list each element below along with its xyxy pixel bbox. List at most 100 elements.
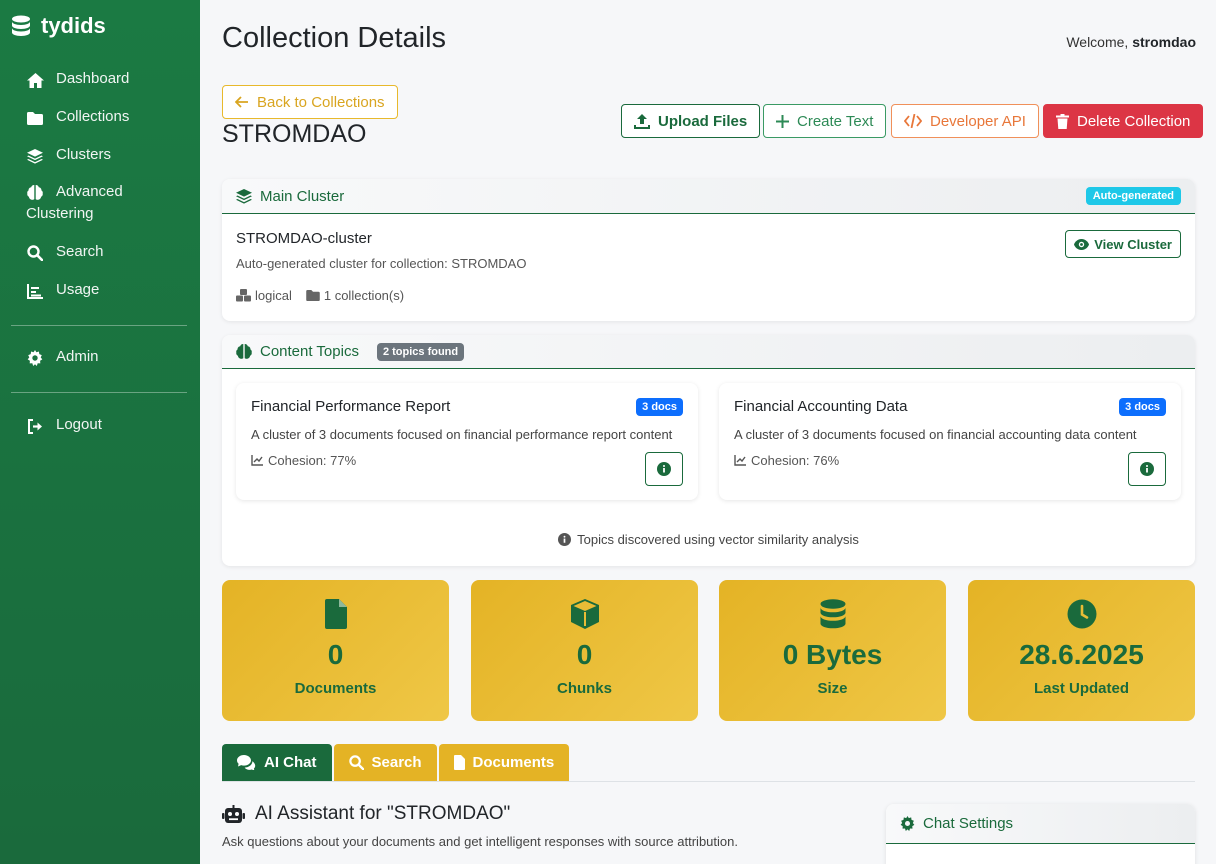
sidebar-item-label: Search bbox=[56, 243, 104, 260]
stat-label: Last Updated bbox=[1033, 680, 1129, 697]
topic-info-button[interactable] bbox=[1128, 452, 1166, 486]
stat-card-last-updated: 28.6.2025 Last Updated bbox=[968, 580, 1195, 721]
sidebar-item-admin[interactable]: Admin bbox=[26, 348, 99, 367]
stat-label: Chunks bbox=[556, 680, 612, 697]
sidebar-item-logout[interactable]: Logout bbox=[26, 416, 102, 435]
trash-icon bbox=[1056, 113, 1069, 129]
sidebar-item-label: Clusters bbox=[56, 146, 112, 163]
tab-documents[interactable]: Documents bbox=[438, 744, 570, 781]
stat-label: Documents bbox=[294, 680, 377, 697]
collection-tabs: AI Chat Search Documents bbox=[222, 744, 570, 781]
brain-icon bbox=[236, 344, 252, 359]
folder-icon bbox=[306, 290, 320, 301]
brand[interactable]: tydids bbox=[11, 13, 106, 39]
plus-icon bbox=[776, 114, 789, 128]
sidebar-item-dashboard[interactable]: Dashboard bbox=[26, 70, 129, 89]
cluster-description: Auto-generated cluster for collection: S… bbox=[236, 256, 527, 271]
comments-icon bbox=[237, 755, 256, 770]
gear-icon bbox=[900, 816, 915, 831]
sidebar-item-advanced-clustering[interactable]: Advanced Clustering bbox=[26, 181, 123, 225]
sidebar-item-label: Admin bbox=[56, 348, 99, 365]
sidebar-item-clusters[interactable]: Clusters bbox=[26, 146, 111, 165]
sidebar-item-label-line2: Clustering bbox=[26, 205, 94, 222]
brand-name: tydids bbox=[41, 13, 106, 38]
tab-ai-chat[interactable]: AI Chat bbox=[222, 744, 332, 781]
stat-value: 0 Bytes bbox=[782, 639, 883, 670]
collection-name: STROMDAO bbox=[222, 120, 367, 148]
cluster-collections: 1 collection(s) bbox=[306, 288, 404, 303]
info-icon bbox=[558, 533, 572, 546]
robot-icon bbox=[222, 804, 245, 823]
sidebar-item-label: Logout bbox=[56, 416, 102, 433]
brain-icon bbox=[26, 184, 44, 202]
cubes-icon bbox=[236, 289, 251, 302]
cluster-type: logical bbox=[236, 288, 292, 303]
tab-label: Documents bbox=[472, 754, 555, 771]
sidebar-divider bbox=[11, 392, 187, 393]
clock-icon bbox=[968, 599, 1195, 629]
topic-card: Financial Performance Report 3 docs A cl… bbox=[236, 383, 698, 500]
topic-card: Financial Accounting Data 3 docs A clust… bbox=[719, 383, 1181, 500]
sidebar: tydids Dashboard Collections Clusters Ad… bbox=[0, 0, 200, 864]
topic-cohesion: Cohesion: 76% bbox=[734, 453, 839, 468]
upload-files-button[interactable]: Upload Files bbox=[621, 104, 761, 138]
topic-cohesion: Cohesion: 77% bbox=[251, 453, 356, 468]
chat-settings-heading: Chat Settings bbox=[923, 815, 1014, 832]
topic-title: Financial Accounting Data bbox=[734, 398, 908, 415]
main-cluster-card: Main Cluster Auto-generated STROMDAO-clu… bbox=[222, 179, 1195, 321]
content-topics-card: Content Topics 2 topics found Financial … bbox=[222, 335, 1195, 566]
topic-cohesion-label: Cohesion: 76% bbox=[751, 453, 840, 468]
arrow-left-icon bbox=[235, 96, 248, 108]
upload-button-label: Upload Files bbox=[658, 112, 748, 130]
sidebar-divider bbox=[11, 325, 187, 326]
tab-search[interactable]: Search bbox=[333, 744, 437, 781]
back-button-label: Back to Collections bbox=[257, 93, 385, 111]
topic-docs-badge: 3 docs bbox=[1119, 398, 1166, 416]
create-text-button[interactable]: Create Text bbox=[763, 104, 887, 138]
back-to-collections-button[interactable]: Back to Collections bbox=[222, 85, 398, 119]
topic-cohesion-label: Cohesion: 77% bbox=[268, 453, 357, 468]
stat-card-documents: 0 Documents bbox=[222, 580, 449, 721]
chat-settings-header[interactable]: Chat Settings bbox=[886, 804, 1195, 844]
gear-icon bbox=[26, 349, 44, 367]
sidebar-item-label: Dashboard bbox=[56, 70, 130, 87]
main-cluster-header: Main Cluster Auto-generated bbox=[222, 179, 1195, 214]
code-icon bbox=[904, 114, 922, 128]
sidebar-item-label: Usage bbox=[56, 281, 100, 298]
ai-assistant-title: AI Assistant for "STROMDAO" bbox=[222, 803, 510, 825]
search-icon bbox=[348, 755, 364, 770]
ai-title-text: AI Assistant for "STROMDAO" bbox=[255, 803, 511, 824]
topics-found-badge: 2 topics found bbox=[376, 342, 465, 361]
cluster-collections-label: 1 collection(s) bbox=[323, 288, 405, 303]
search-icon bbox=[26, 244, 44, 262]
topics-note: Topics discovered using vector similarit… bbox=[222, 532, 1195, 547]
sidebar-item-search[interactable]: Search bbox=[26, 243, 104, 262]
stat-value: 0 bbox=[327, 639, 344, 670]
info-icon bbox=[1140, 462, 1154, 476]
welcome-prefix: Welcome, bbox=[1066, 34, 1129, 50]
database-icon bbox=[12, 15, 30, 36]
cluster-name: STROMDAO-cluster bbox=[236, 230, 372, 247]
view-cluster-label: View Cluster bbox=[1094, 236, 1172, 252]
file-icon bbox=[453, 755, 465, 770]
line-chart-icon bbox=[251, 455, 263, 466]
delete-button-label: Delete Collection bbox=[1077, 112, 1191, 130]
welcome-message: Welcome, stromdao bbox=[1066, 34, 1196, 50]
database-icon bbox=[719, 599, 946, 629]
developer-button-label: Developer API bbox=[930, 112, 1026, 130]
sidebar-item-collections[interactable]: Collections bbox=[26, 108, 129, 127]
upload-icon bbox=[634, 114, 650, 129]
chart-icon bbox=[26, 282, 44, 300]
eye-icon bbox=[1074, 238, 1090, 250]
view-cluster-button[interactable]: View Cluster bbox=[1065, 230, 1181, 258]
topic-title: Financial Performance Report bbox=[251, 398, 451, 415]
cube-icon bbox=[471, 599, 698, 629]
developer-api-button[interactable]: Developer API bbox=[891, 104, 1039, 138]
delete-collection-button[interactable]: Delete Collection bbox=[1043, 104, 1204, 138]
tab-label: AI Chat bbox=[264, 754, 317, 771]
sidebar-item-usage[interactable]: Usage bbox=[26, 281, 99, 300]
file-icon bbox=[222, 599, 449, 629]
page-title: Collection Details bbox=[222, 22, 447, 54]
content-topics-header: Content Topics 2 topics found bbox=[222, 335, 1195, 369]
topic-info-button[interactable] bbox=[645, 452, 683, 486]
